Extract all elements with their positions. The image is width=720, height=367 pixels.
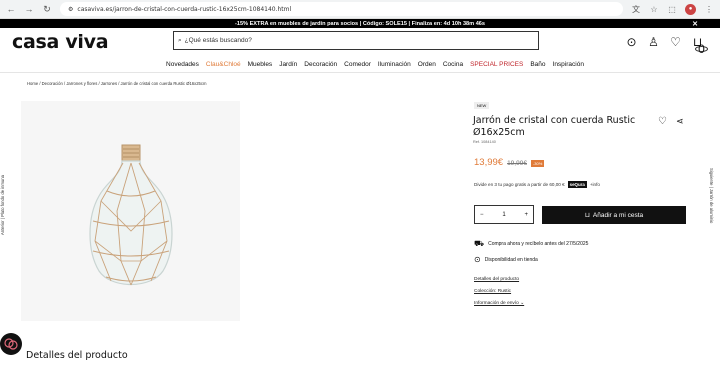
truck-icon: ⛟ <box>474 239 485 248</box>
search-placeholder: ¿Qué estás buscando? <box>184 37 252 44</box>
site-info-icon[interactable]: ⚙ <box>68 6 73 13</box>
shipping-info-link[interactable]: Información de envío ⌄ <box>474 301 524 306</box>
qty-plus-button[interactable]: + <box>524 212 528 218</box>
menu-item-special-prices[interactable]: SPECIAL PRICES <box>470 61 523 68</box>
promo-banner: -15% EXTRA en muebles de jardín para soc… <box>0 19 720 28</box>
qty-minus-button[interactable]: − <box>480 212 484 218</box>
extensions-icon[interactable]: ⬚ <box>667 5 677 14</box>
price-block: 13,99€ 19,99€ -30% <box>474 157 545 168</box>
back-icon[interactable]: ← <box>6 4 16 14</box>
main-menu: Novedades Clau&Chloé Muebles Jardín Deco… <box>0 56 720 73</box>
store-availability-text: Disponibilidad en tienda <box>484 256 538 263</box>
location-pin-icon: ⊙ <box>474 255 481 264</box>
breadcrumb[interactable]: Home / Decoración / Jarrones y flores / … <box>27 81 206 86</box>
wishlist-heart-icon[interactable]: ♡ <box>669 35 682 55</box>
forward-icon[interactable]: → <box>24 4 34 14</box>
product-title: Jarrón de cristal con cuerda Rustic Ø16x… <box>473 115 636 138</box>
shipping-info: ⛟ Compra ahora y recíbelo antes del 27/5… <box>474 239 588 249</box>
translate-icon[interactable]: 文 <box>631 4 641 15</box>
new-badge: NEW <box>474 102 490 109</box>
menu-item-cocina[interactable]: Cocina <box>443 61 463 68</box>
account-icon[interactable]: ♙ <box>647 35 660 55</box>
product-ref: Ref. 1084140 <box>473 140 496 144</box>
collection-link[interactable]: Colección: Rustic <box>474 289 511 294</box>
reload-icon[interactable]: ↻ <box>42 4 52 15</box>
add-to-cart-label: Añadir a mi cesta <box>592 211 644 219</box>
product-details-heading: Detalles del producto <box>26 350 128 361</box>
search-icon: ⌕ <box>178 36 182 44</box>
menu-item-iluminacion[interactable]: Iluminación <box>378 61 411 68</box>
menu-item-jardin[interactable]: Jardín <box>279 61 297 68</box>
next-product-link[interactable]: Siguiente | Jarrón de aluminio <box>706 168 714 238</box>
profile-avatar[interactable]: ● <box>685 3 696 15</box>
menu-item-clau-chloe[interactable]: Clau&Chloé <box>206 61 241 68</box>
product-details-link[interactable]: Detalles del producto <box>474 277 519 282</box>
menu-item-muebles[interactable]: Muebles <box>248 61 273 68</box>
site-header: casa viva ⌕ ¿Qué estás buscando? ⊙ ♙ ♡ ⊔… <box>0 28 720 56</box>
financing-more-link[interactable]: +info <box>590 182 600 187</box>
browser-toolbar: ← → ↻ ⚙ casaviva.es/jarron-de-cristal-co… <box>0 0 720 19</box>
site-logo[interactable]: casa viva <box>12 31 172 53</box>
menu-item-orden[interactable]: Orden <box>418 61 436 68</box>
vase-illustration <box>89 144 173 286</box>
share-icon[interactable]: ⋖ <box>676 116 684 127</box>
discount-badge: -30% <box>530 160 545 167</box>
address-text: casaviva.es/jarron-de-cristal-con-cuerda… <box>77 5 292 13</box>
sequra-logo: seQura <box>567 181 587 188</box>
add-to-wishlist-heart-icon[interactable]: ♡ <box>658 116 667 127</box>
old-price: 19,99€ <box>507 160 527 167</box>
bookmark-star-icon[interactable]: ☆ <box>649 5 659 14</box>
cart-icon[interactable]: ⊔ 0 <box>691 35 708 56</box>
menu-item-novedades[interactable]: Novedades <box>166 61 199 68</box>
current-price: 13,99€ <box>474 157 504 168</box>
shipping-text: Compra ahora y recíbelo antes del 27/5/2… <box>488 241 589 247</box>
store-availability[interactable]: ⊙ Disponibilidad en tienda <box>474 255 538 264</box>
menu-item-comedor[interactable]: Comedor <box>344 61 371 68</box>
bag-icon: ⊔ <box>584 212 590 219</box>
quantity-stepper: − 1 + <box>474 205 534 224</box>
cart-count-badge: 0 <box>695 42 708 56</box>
search-input[interactable]: ⌕ ¿Qué estás buscando? <box>173 31 539 50</box>
financing-text: Divide en 3 tu pago gratis a partir de 6… <box>474 182 565 187</box>
add-to-cart-button[interactable]: ⊔ Añadir a mi cesta <box>542 206 686 224</box>
financing-info: Divide en 3 tu pago gratis a partir de 6… <box>474 181 600 188</box>
menu-item-bano[interactable]: Baño <box>530 61 545 68</box>
product-image[interactable] <box>21 101 240 321</box>
menu-item-inspiracion[interactable]: Inspiración <box>553 61 584 68</box>
chat-widget-button[interactable] <box>0 333 22 355</box>
promo-close-icon[interactable]: ✕ <box>692 20 698 28</box>
qty-value[interactable]: 1 <box>502 212 505 218</box>
location-icon[interactable]: ⊙ <box>625 35 638 55</box>
address-bar[interactable]: ⚙ casaviva.es/jarron-de-cristal-con-cuer… <box>60 2 623 16</box>
promo-text: -15% EXTRA en muebles de jardín para soc… <box>234 20 486 27</box>
browser-menu-icon[interactable]: ⋮ <box>704 5 714 14</box>
menu-item-decoracion[interactable]: Decoración <box>304 61 337 68</box>
previous-product-link[interactable]: Anterior | Plato fondo de inmuna <box>0 165 8 235</box>
chat-icon <box>4 338 18 350</box>
